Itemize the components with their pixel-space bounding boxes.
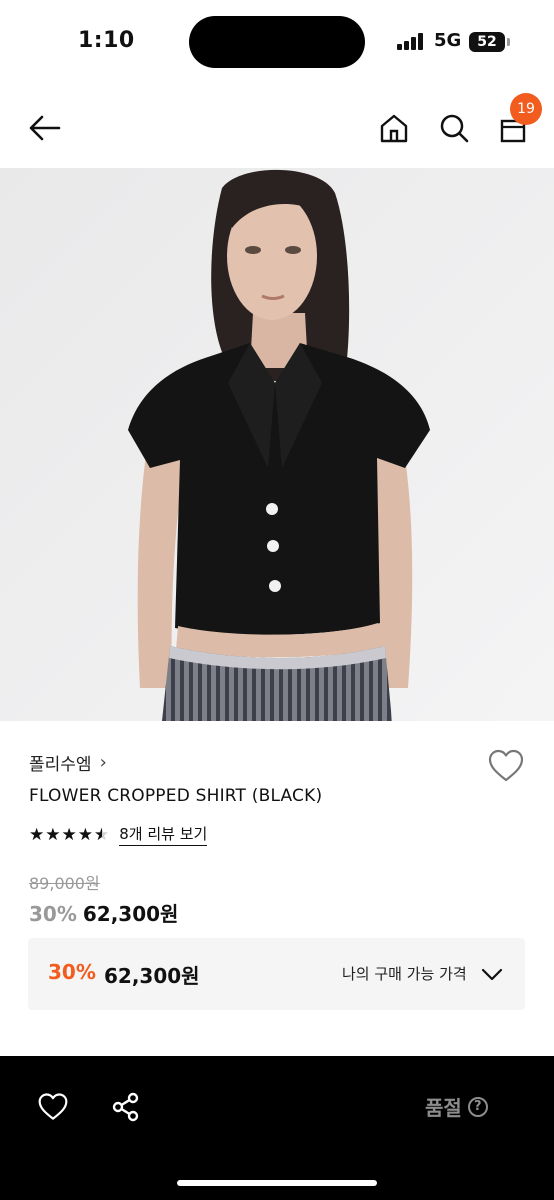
search-button[interactable]	[434, 108, 474, 148]
wishlist-button[interactable]	[487, 748, 525, 784]
soldout-status[interactable]: 품절 ?	[425, 1092, 488, 1121]
soldout-label: 품절	[425, 1096, 462, 1120]
product-photo	[0, 168, 554, 721]
back-arrow-icon	[29, 115, 61, 141]
original-price: 89,000원	[29, 874, 100, 893]
home-button[interactable]	[374, 108, 414, 148]
back-button[interactable]	[25, 108, 65, 148]
heart-icon	[38, 1093, 68, 1120]
home-icon	[380, 114, 408, 143]
home-indicator	[177, 1180, 377, 1186]
share-icon	[112, 1092, 139, 1122]
top-nav	[0, 84, 554, 168]
dynamic-island	[189, 16, 365, 68]
brand-name: 폴리수엠	[29, 755, 92, 775]
status-time: 1:10	[78, 28, 135, 53]
discount-rate: 30%	[29, 902, 77, 926]
star-icon: ★★	[29, 824, 45, 845]
product-title: FLOWER CROPPED SHIRT (BLACK)	[29, 786, 323, 806]
price-row: 30% 62,300원	[29, 898, 178, 927]
chevron-right-icon: ›	[99, 752, 107, 773]
my-price-box[interactable]: 30% 62,300원 나의 구매 가능 가격	[28, 938, 525, 1010]
rating-row: ★★★★★★★★★★ 8개 리뷰 보기	[29, 823, 208, 846]
star-icon: ★★	[61, 824, 77, 845]
brand-link[interactable]: 폴리수엠 ›	[29, 750, 107, 775]
cart-count-badge: 19	[510, 93, 542, 125]
product-image[interactable]	[0, 168, 554, 721]
bottom-action-bar: 품절 ?	[0, 1056, 554, 1200]
my-price-label: 나의 구매 가능 가격	[342, 965, 467, 983]
status-bar: 1:10 5G 52	[0, 0, 554, 84]
battery-tip	[507, 38, 510, 46]
chevron-down-icon	[481, 968, 503, 981]
rating-stars: ★★★★★★★★★★	[29, 825, 109, 845]
review-link[interactable]: 8개 리뷰 보기	[119, 823, 208, 846]
heart-icon	[488, 749, 524, 782]
help-icon: ?	[467, 1096, 488, 1117]
network-label: 5G	[434, 30, 462, 51]
my-price-discount: 30%	[48, 960, 96, 984]
sale-price: 62,300원	[82, 902, 179, 926]
share-button[interactable]	[106, 1087, 146, 1127]
star-icon: ★★	[45, 824, 61, 845]
bottom-wishlist-button[interactable]	[33, 1087, 73, 1127]
battery-icon: 52	[469, 32, 505, 52]
battery-level: 52	[477, 34, 497, 50]
signal-icon	[397, 33, 427, 50]
my-price-value: 62,300원	[104, 964, 200, 988]
star-icon: ★★	[94, 824, 110, 845]
search-icon	[440, 114, 469, 143]
star-icon: ★★	[77, 824, 93, 845]
